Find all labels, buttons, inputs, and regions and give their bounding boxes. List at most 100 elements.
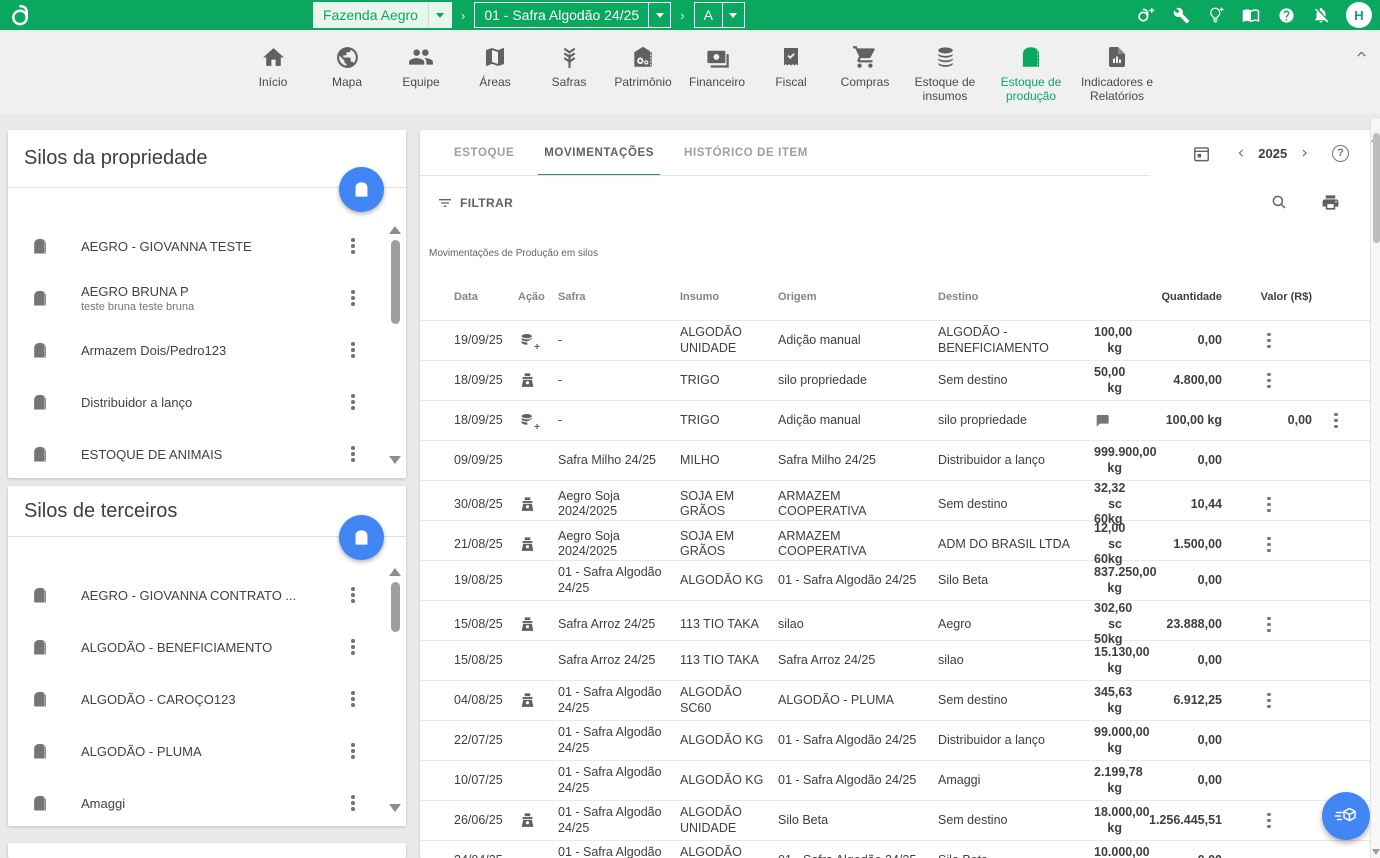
list-scrollbar[interactable] (388, 568, 402, 812)
item-menu-button[interactable] (344, 394, 362, 410)
item-menu-button[interactable] (344, 743, 362, 759)
barn-tractor-icon (630, 42, 656, 72)
silo-list-item[interactable]: ALGODÃO - CAROÇO123 (8, 673, 406, 725)
collapse-nav-icon[interactable] (1355, 48, 1368, 61)
notifications-off-icon[interactable] (1311, 5, 1331, 25)
page-scrollbar[interactable] (1370, 119, 1380, 858)
cell-insumo: MILHO (680, 453, 778, 469)
nav-item-financeiro[interactable]: Financeiro (680, 42, 754, 90)
nav-item-indicadores[interactable]: Indicadores e Relatórios (1074, 42, 1160, 104)
nav-item-compras[interactable]: Compras (828, 42, 902, 90)
table-row[interactable]: 30/08/25 + Aegro Soja 2024/2025 SOJA EM … (420, 480, 1372, 520)
database-icon (933, 42, 958, 72)
tab-estoque[interactable]: ESTOQUE (454, 130, 514, 176)
table-row[interactable]: 26/06/25 + 01 - Safra Algodão 24/25 ALGO… (420, 800, 1372, 840)
previous-year-icon[interactable]: ‹ (1237, 145, 1244, 162)
nav-item-mapa[interactable]: Mapa (310, 42, 384, 90)
row-menu-button[interactable] (1260, 497, 1278, 513)
aegro-plus-icon[interactable] (1136, 5, 1156, 25)
scroll-thumb[interactable] (391, 582, 400, 632)
book-icon[interactable] (1241, 5, 1261, 25)
silo-list-item[interactable]: AEGRO - GIOVANNA CONTRATO ... (8, 569, 406, 621)
search-icon[interactable] (1270, 193, 1288, 212)
table-row[interactable]: 04/08/25 + 01 - Safra Algodão 24/25 ALGO… (420, 680, 1372, 720)
nav-item-equipe[interactable]: Equipe (384, 42, 458, 90)
user-avatar[interactable]: H (1346, 2, 1372, 28)
item-menu-button[interactable] (344, 587, 362, 603)
table-row[interactable]: 18/09/25 + - TRIGO silo propriedade Sem … (420, 360, 1372, 400)
list-scrollbar[interactable] (388, 226, 402, 464)
aegro-logo-icon[interactable] (10, 3, 33, 28)
chevron-down-icon[interactable] (722, 3, 744, 27)
table-row[interactable]: 19/08/25 + 01 - Safra Algodão 24/25 ALGO… (420, 560, 1372, 600)
row-menu-button[interactable] (1260, 537, 1278, 553)
table-row[interactable]: 24/04/25 + 01 - Safra Algodão 24/25 ALGO… (420, 840, 1372, 858)
filter-button[interactable]: FILTRAR (437, 195, 513, 211)
unit-selector[interactable]: A (694, 2, 745, 28)
tab-movimentacoes[interactable]: MOVIMENTAÇÕES (544, 130, 654, 176)
item-menu-button[interactable] (344, 691, 362, 707)
silo-list-item[interactable]: ALGODÃO - BENEFICIAMENTO (8, 621, 406, 673)
wrench-icon[interactable] (1171, 5, 1191, 25)
season-selector[interactable]: 01 - Safra Algodão 24/25 (474, 2, 671, 28)
row-menu-button[interactable] (1260, 373, 1278, 389)
table-row[interactable]: 21/08/25 + Aegro Soja 2024/2025 SOJA EM … (420, 520, 1372, 560)
add-silo-button[interactable] (339, 515, 384, 560)
tab-historico-item[interactable]: HISTÓRICO DE ITEM (684, 130, 808, 176)
silo-list-item[interactable]: ALGODÃO - PLUMA (8, 725, 406, 777)
nav-item-inicio[interactable]: Início (236, 42, 310, 90)
help-icon[interactable] (1276, 5, 1296, 25)
row-menu-button[interactable] (1260, 813, 1278, 829)
scroll-up-icon[interactable] (389, 226, 401, 234)
move-production-fab[interactable] (1322, 792, 1370, 840)
nav-item-areas[interactable]: Áreas (458, 42, 532, 90)
table-row[interactable]: 10/07/25 + 01 - Safra Algodão 24/25 ALGO… (420, 760, 1372, 800)
table-row[interactable]: 18/09/25 + - TRIGO Adição manual silo pr… (420, 400, 1372, 440)
table-row[interactable]: 19/09/25 + - ALGODÃO UNIDADE Adição manu… (420, 320, 1372, 360)
silo-list-item[interactable]: Distribuidor a lanço (8, 376, 406, 428)
row-menu-button[interactable] (1260, 333, 1278, 349)
table-row[interactable]: 22/07/25 + 01 - Safra Algodão 24/25 ALGO… (420, 720, 1372, 760)
nav-item-fiscal[interactable]: Fiscal (754, 42, 828, 90)
add-stock-icon: + (518, 331, 537, 350)
scroll-thumb[interactable] (391, 240, 400, 324)
scroll-down-icon[interactable] (389, 456, 401, 464)
chevron-down-icon[interactable] (428, 2, 452, 28)
nav-item-estoque-insumos[interactable]: Estoque de insumos (902, 42, 988, 104)
item-menu-button[interactable] (344, 290, 362, 306)
nav-item-patrimonio[interactable]: Patrimônio (606, 42, 680, 90)
table-row[interactable]: 09/09/25 + Safra Milho 24/25 MILHO Safra… (420, 440, 1372, 480)
nav-item-safras[interactable]: Safras (532, 42, 606, 90)
item-menu-button[interactable] (344, 446, 362, 462)
cell-insumo: SOJA EM GRÃOS (680, 529, 778, 560)
item-menu-button[interactable] (344, 795, 362, 811)
silo-list-item[interactable]: Armazem Dois/Pedro123 (8, 324, 406, 376)
silo-list-item[interactable]: ESTOQUE DE ANIMAIS (8, 428, 406, 478)
item-menu-button[interactable] (344, 238, 362, 254)
silo-list-item[interactable]: Amaggi (8, 777, 406, 826)
farm-selector[interactable]: Fazenda Aegro (313, 2, 452, 28)
scroll-thumb[interactable] (1373, 133, 1380, 243)
row-menu-button[interactable] (1327, 413, 1345, 429)
lightbulb-icon[interactable] (1206, 5, 1226, 25)
print-icon[interactable] (1321, 193, 1340, 212)
add-silo-button[interactable] (339, 167, 384, 212)
table-row[interactable]: 15/08/25 + Safra Arroz 24/25 113 TIO TAK… (420, 600, 1372, 640)
calendar-icon[interactable] (1192, 144, 1211, 163)
item-menu-button[interactable] (344, 639, 362, 655)
chevron-down-icon[interactable] (648, 3, 670, 27)
cell-data: 18/09/25 (454, 413, 518, 429)
comment-icon[interactable] (1094, 413, 1124, 429)
scroll-down-icon[interactable] (389, 804, 401, 812)
scroll-up-icon[interactable] (389, 568, 401, 576)
help-icon[interactable]: ? (1332, 145, 1349, 162)
row-menu-button[interactable] (1260, 693, 1278, 709)
item-menu-button[interactable] (344, 342, 362, 358)
row-menu-button[interactable] (1260, 617, 1278, 633)
next-year-icon[interactable]: › (1301, 145, 1308, 162)
silo-list-item[interactable]: AEGRO - GIOVANNA TESTE (8, 220, 406, 272)
scroll-down-icon[interactable] (1372, 849, 1380, 855)
silo-list-item[interactable]: AEGRO BRUNA P teste bruna teste bruna (8, 272, 406, 324)
table-row[interactable]: 15/08/25 + Safra Arroz 24/25 113 TIO TAK… (420, 640, 1372, 680)
nav-item-estoque-producao[interactable]: Estoque de produção (988, 42, 1074, 104)
